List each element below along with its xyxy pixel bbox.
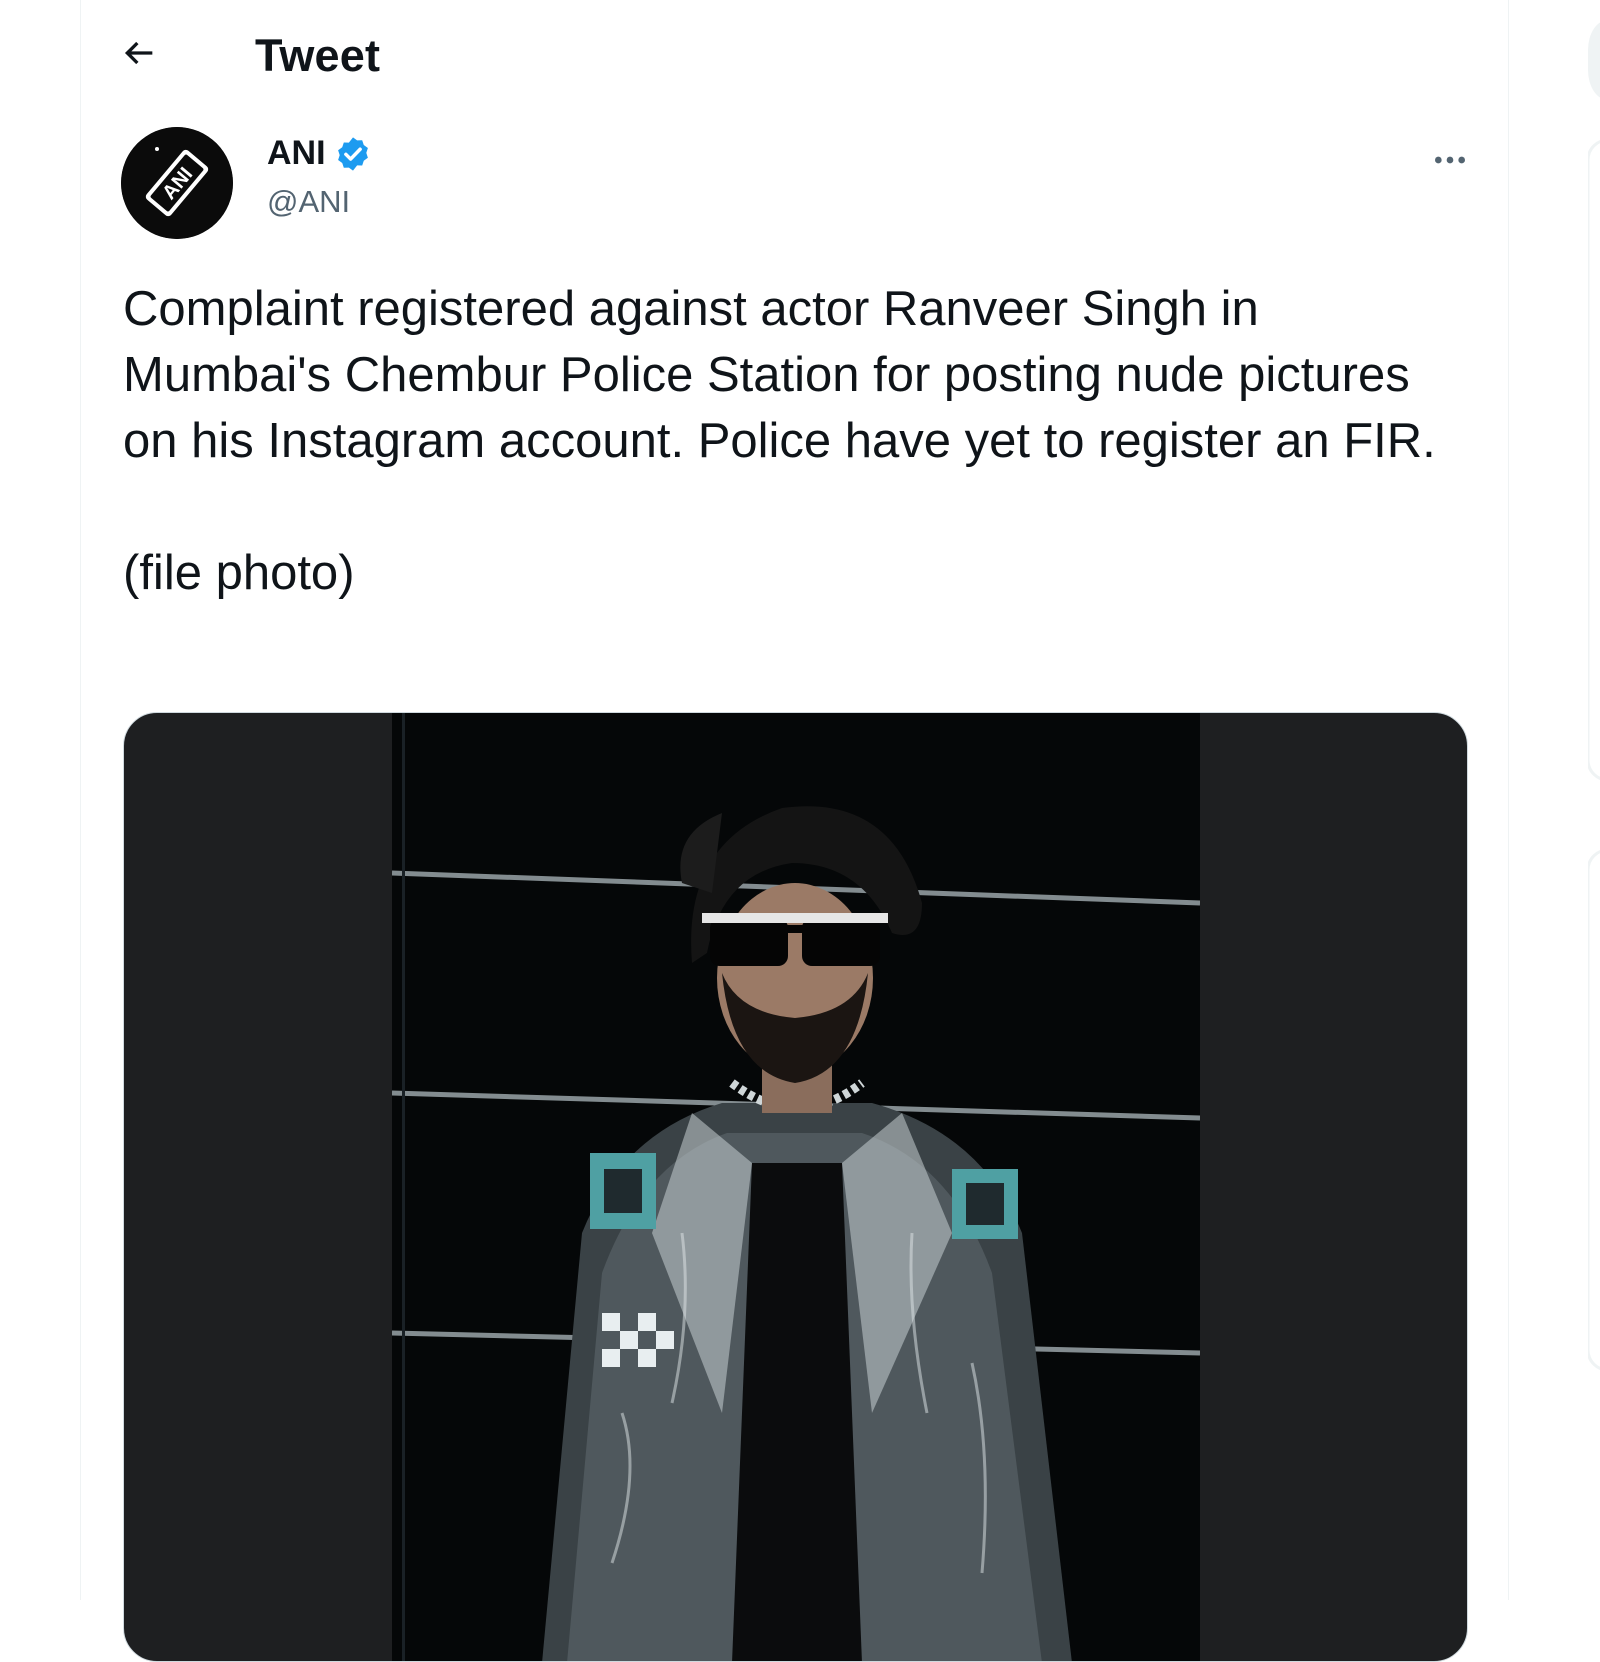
author-display-name[interactable]: ANI — [267, 134, 326, 173]
ani-logo-avatar: ANI — [121, 127, 233, 239]
page-title: Tweet — [255, 30, 381, 81]
tweet-header: Tweet — [81, 0, 1508, 110]
tweet-text: Complaint registered against actor Ranve… — [123, 282, 1436, 600]
more-options-button[interactable] — [1422, 132, 1478, 188]
tweet-detail-column: Tweet ANI ANI @ANI Complaint registered … — [80, 0, 1509, 1662]
tweet-media[interactable] — [123, 712, 1468, 1662]
author-handle[interactable]: @ANI — [267, 184, 350, 220]
right-sidebar-edge — [1586, 0, 1600, 1600]
back-button[interactable] — [111, 25, 167, 81]
back-arrow-icon — [124, 41, 153, 65]
avatar[interactable]: ANI — [121, 127, 233, 239]
more-options-icon — [1435, 156, 1465, 164]
author-name[interactable]: ANI — [267, 134, 372, 173]
tweet-photo — [392, 713, 1200, 1661]
verified-badge-icon — [337, 136, 368, 171]
sidebar-edge-shapes — [1586, 22, 1600, 1370]
